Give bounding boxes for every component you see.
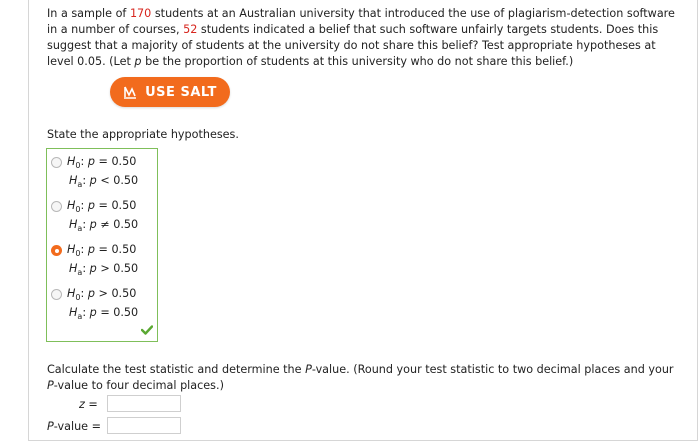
null-hypothesis: H0: p = 0.50	[67, 155, 136, 170]
h0-relation: > 0.50	[94, 287, 137, 300]
hypotheses-options: H0: p = 0.50 Ha: p < 0.50 H0: p = 0.50 H…	[46, 148, 158, 342]
null-hypothesis: H0: p > 0.50	[67, 287, 136, 302]
calc-text: -value to four decimal places.)	[53, 379, 224, 392]
null-hypothesis: H0: p = 0.50	[67, 243, 136, 258]
calc-text: Calculate the test statistic and determi…	[47, 363, 306, 376]
z-statistic-input[interactable]	[107, 395, 181, 412]
p-value-suffix: -value	[53, 420, 89, 433]
p-value-input[interactable]	[107, 417, 181, 434]
colon: :	[82, 262, 90, 275]
p-symbol: p	[87, 199, 95, 212]
alternative-hypothesis: Ha: p = 0.50	[69, 306, 138, 321]
colon: :	[82, 306, 90, 319]
null-hypothesis: H0: p = 0.50	[67, 199, 136, 214]
equals-sign: =	[84, 398, 98, 411]
h0-relation: = 0.50	[94, 199, 137, 212]
colon: :	[82, 174, 90, 187]
colon: :	[80, 155, 88, 168]
h0-relation: = 0.50	[94, 155, 137, 168]
salt-calculator-icon	[123, 85, 137, 99]
p-value-label: P-value =	[47, 420, 101, 433]
problem-text: In a sample of	[47, 7, 130, 20]
problem-statement: In a sample of 170 students at an Austra…	[47, 6, 677, 70]
hypotheses-prompt: State the appropriate hypotheses.	[47, 128, 239, 141]
p-italic: P	[305, 363, 312, 376]
radio-option-2[interactable]	[51, 201, 62, 212]
use-salt-button[interactable]: USE SALT	[110, 77, 230, 107]
calculation-prompt: Calculate the test statistic and determi…	[47, 362, 687, 394]
colon: :	[80, 243, 88, 256]
p-symbol: p	[89, 174, 97, 187]
ha-relation: > 0.50	[96, 262, 139, 275]
z-label: z =	[79, 398, 98, 411]
calc-text: -value. (Round your test statistic to tw…	[311, 363, 674, 376]
p-symbol: p	[87, 243, 95, 256]
equals-sign: =	[88, 420, 101, 433]
colon: :	[80, 199, 88, 212]
use-salt-label: USE SALT	[145, 84, 217, 100]
p-symbol: p	[89, 218, 97, 231]
sample-size: 170	[129, 7, 152, 20]
checkmark-icon	[140, 325, 154, 338]
problem-text: be the proportion of students at this un…	[141, 55, 574, 68]
radio-option-3-selected[interactable]	[51, 245, 62, 256]
alternative-hypothesis: Ha: p ≠ 0.50	[69, 218, 138, 233]
radio-option-1[interactable]	[51, 157, 62, 168]
alternative-hypothesis: Ha: p < 0.50	[69, 174, 138, 189]
alternative-hypothesis: Ha: p > 0.50	[69, 262, 138, 277]
p-symbol: p	[134, 55, 142, 68]
count-value: 52	[183, 23, 198, 36]
p-italic: P	[47, 420, 54, 433]
p-italic: P	[47, 379, 54, 392]
p-symbol: p	[87, 287, 95, 300]
h0-relation: = 0.50	[94, 243, 137, 256]
p-symbol: p	[89, 262, 97, 275]
colon: :	[82, 218, 90, 231]
colon: :	[80, 287, 88, 300]
ha-relation: ≠ 0.50	[96, 218, 139, 231]
p-symbol: p	[87, 155, 95, 168]
radio-option-4[interactable]	[51, 289, 62, 300]
ha-relation: = 0.50	[96, 306, 139, 319]
ha-relation: < 0.50	[96, 174, 139, 187]
p-symbol: p	[89, 306, 97, 319]
